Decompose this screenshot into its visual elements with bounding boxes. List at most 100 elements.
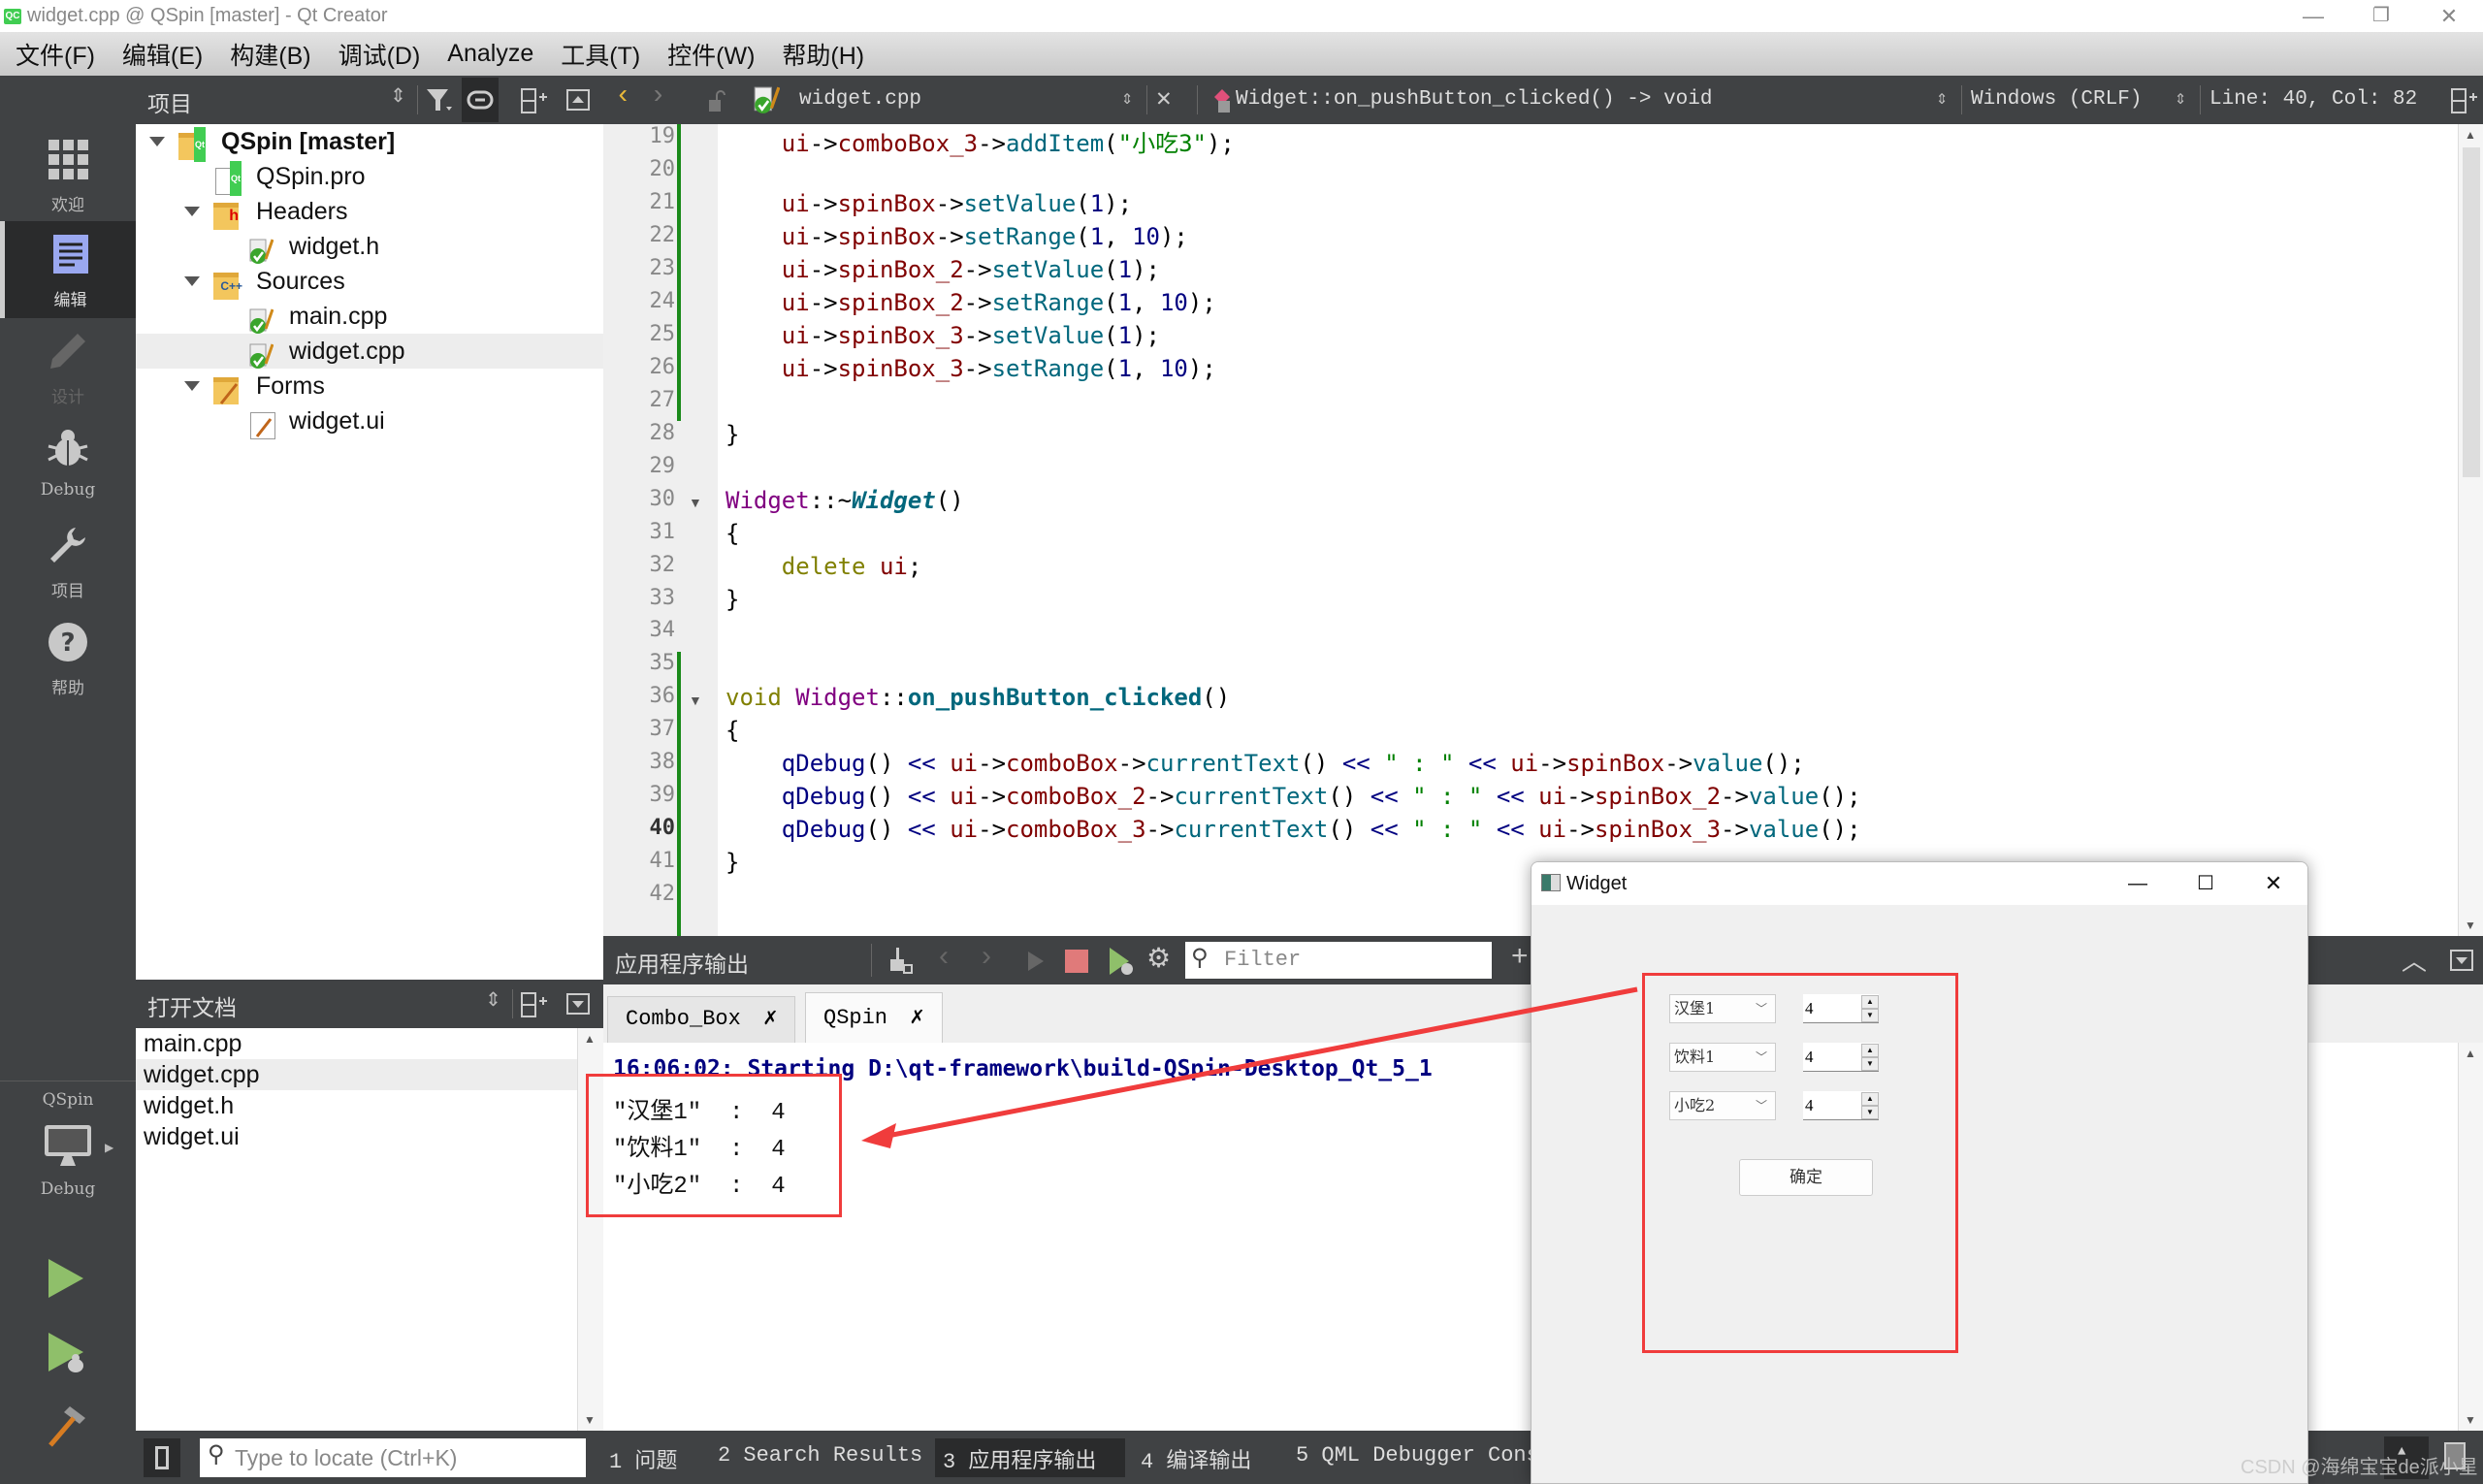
- open-doc-item-selected[interactable]: widget.cpp: [136, 1059, 577, 1090]
- open-doc-item[interactable]: main.cpp: [136, 1028, 577, 1059]
- sort-arrows-icon[interactable]: ⇕: [485, 987, 501, 1012]
- mode-projects[interactable]: 项目: [0, 512, 136, 609]
- code-line[interactable]: void Widget::on_pushButton_clicked(): [726, 684, 1230, 711]
- clear-broom-icon[interactable]: [887, 946, 914, 975]
- code-line[interactable]: {: [726, 717, 739, 744]
- add-icon[interactable]: +: [1511, 940, 1529, 973]
- status-tab-compile-output[interactable]: 4 编译输出: [1141, 1443, 1251, 1474]
- view-selector-arrows-icon[interactable]: ⇕: [390, 83, 406, 108]
- project-pane-title[interactable]: 项目: [147, 85, 192, 118]
- tab-combo-box[interactable]: Combo_Box ✗: [607, 996, 796, 1043]
- code-line[interactable]: {: [726, 520, 739, 547]
- symbol-selector[interactable]: Widget::on_pushButton_clicked() -> void: [1236, 88, 1712, 111]
- mode-edit[interactable]: 编辑: [0, 221, 136, 318]
- code-line[interactable]: ui->spinBox_2->setRange(1, 10);: [726, 289, 1216, 316]
- unlocked-icon[interactable]: [708, 89, 726, 113]
- code-line[interactable]: Widget::~Widget(): [726, 487, 964, 514]
- expand-arrow-icon[interactable]: [149, 137, 165, 146]
- mode-help[interactable]: ? 帮助: [0, 609, 136, 706]
- menu-widgets[interactable]: 控件(W): [667, 37, 755, 72]
- attach-debugger-icon[interactable]: [1108, 946, 1135, 977]
- code-line[interactable]: }: [726, 421, 739, 448]
- code-line[interactable]: qDebug() << ui->comboBox_2->currentText(…: [726, 783, 1861, 810]
- scroll-down-icon[interactable]: ▼: [2465, 1413, 2476, 1427]
- code-line[interactable]: delete ui;: [726, 553, 922, 580]
- next-icon[interactable]: ›: [982, 940, 991, 973]
- stop-button[interactable]: [1065, 950, 1088, 973]
- status-tab-qml-debugger[interactable]: 5 QML Debugger Conso: [1296, 1443, 1552, 1468]
- fold-arrow-icon[interactable]: ▼: [689, 495, 702, 510]
- status-tab-issues[interactable]: 1 问题: [609, 1443, 677, 1474]
- line-ending-arrows-icon[interactable]: ⇕: [2175, 85, 2186, 111]
- scroll-up-icon[interactable]: ▲: [2465, 128, 2476, 142]
- code-line[interactable]: ui->spinBox_3->setRange(1, 10);: [726, 355, 1216, 382]
- tree-item-file-selected[interactable]: widget.cpp: [136, 334, 603, 370]
- menu-analyze[interactable]: Analyze: [447, 40, 533, 68]
- code-editor[interactable]: 19 20 21 22 23 24 25 26 27 28 29 30 31 32 33 34 35 36 37 38…: [603, 124, 2458, 936]
- tree-item-pro-file[interactable]: Qt QSpin.pro: [136, 159, 603, 197]
- menu-build[interactable]: 构建(B): [230, 37, 310, 72]
- output-scrollbar[interactable]: ▲ ▼: [2458, 1043, 2483, 1431]
- open-doc-item[interactable]: widget.ui: [136, 1121, 577, 1152]
- dialog-minimize-button[interactable]: —: [2113, 862, 2162, 905]
- locator-input[interactable]: ⚲ Type to locate (Ctrl+K): [200, 1438, 586, 1477]
- menu-file[interactable]: 文件(F): [16, 37, 95, 72]
- nav-forward-icon[interactable]: ›: [650, 81, 666, 112]
- code-line[interactable]: qDebug() << ui->comboBox_3->currentText(…: [726, 816, 1861, 843]
- symbol-selector-arrows-icon[interactable]: ⇕: [1936, 85, 1948, 111]
- cursor-position[interactable]: Line: 40, Col: 82: [2209, 88, 2417, 111]
- open-doc-item[interactable]: widget.h: [136, 1090, 577, 1121]
- tree-item-project[interactable]: Qt QSpin [master]: [136, 124, 603, 163]
- close-pane-icon[interactable]: [566, 89, 590, 111]
- settings-gear-icon[interactable]: ⚙: [1146, 942, 1171, 974]
- file-selector-arrows-icon[interactable]: ⇕: [1121, 85, 1133, 111]
- split-add-icon[interactable]: [520, 991, 549, 1018]
- line-ending-selector[interactable]: Windows (CRLF): [1971, 88, 2142, 111]
- minimize-button[interactable]: —: [2279, 0, 2347, 32]
- code-line[interactable]: ui->spinBox_3->setValue(1);: [726, 322, 1160, 349]
- editor-scrollbar[interactable]: ▲ ▼: [2458, 124, 2483, 936]
- close-document-icon[interactable]: ✕: [1156, 83, 1172, 113]
- close-tab-icon[interactable]: ✗: [910, 1005, 923, 1031]
- status-tab-search-results[interactable]: 2 Search Results: [718, 1443, 922, 1468]
- split-add-icon[interactable]: [2450, 87, 2479, 114]
- scroll-up-icon[interactable]: ▲: [584, 1032, 596, 1046]
- expand-arrow-icon[interactable]: [184, 276, 200, 286]
- prev-icon[interactable]: ‹: [939, 940, 949, 973]
- close-tab-icon[interactable]: ✗: [763, 1006, 777, 1032]
- code-line[interactable]: ui->spinBox->setValue(1);: [726, 190, 1132, 217]
- dialog-close-button[interactable]: ✕: [2249, 862, 2298, 905]
- mode-welcome[interactable]: 欢迎: [0, 126, 136, 223]
- menu-tools[interactable]: 工具(T): [561, 37, 640, 72]
- kit-selector[interactable]: ▶ Debug: [0, 1115, 136, 1242]
- fold-arrow-icon[interactable]: ▼: [689, 693, 702, 708]
- rerun-icon[interactable]: [1026, 950, 1046, 973]
- status-tab-app-output-active[interactable]: 3 应用程序输出: [935, 1438, 1125, 1477]
- code-line[interactable]: ui->spinBox->setRange(1, 10);: [726, 223, 1188, 250]
- tab-qspin[interactable]: QSpin ✗: [805, 992, 943, 1043]
- mode-design[interactable]: 设计: [0, 318, 136, 415]
- dialog-maximize-button[interactable]: ☐: [2181, 862, 2230, 905]
- tree-item-file[interactable]: widget.ui: [136, 403, 603, 440]
- tree-item-sources[interactable]: C++ Sources: [136, 264, 603, 301]
- code-line[interactable]: ui->comboBox_3->addItem("小吃3");: [726, 124, 1235, 158]
- filter-icon[interactable]: [425, 87, 454, 114]
- code-line[interactable]: }: [726, 849, 739, 876]
- tree-item-headers[interactable]: h Headers: [136, 194, 603, 231]
- expand-arrow-icon[interactable]: [184, 381, 200, 391]
- tree-item-forms[interactable]: Forms: [136, 369, 603, 405]
- tree-item-file[interactable]: widget.h: [136, 229, 603, 265]
- code-line[interactable]: }: [726, 586, 739, 613]
- expand-arrow-icon[interactable]: [184, 207, 200, 216]
- nav-back-icon[interactable]: ‹: [615, 81, 631, 112]
- menu-help[interactable]: 帮助(H): [782, 37, 864, 72]
- run-button[interactable]: [47, 1257, 85, 1300]
- build-hammer-button[interactable]: [45, 1404, 87, 1449]
- scrollbar-thumb[interactable]: [2463, 147, 2480, 477]
- debug-run-button[interactable]: [47, 1331, 89, 1375]
- maximize-pane-icon[interactable]: ︿: [2402, 942, 2427, 978]
- filter-input[interactable]: ⚲ Filter: [1185, 942, 1492, 979]
- code-line[interactable]: qDebug() << ui->comboBox->currentText() …: [726, 750, 1805, 777]
- file-selector[interactable]: widget.cpp: [799, 88, 921, 111]
- mode-debug[interactable]: Debug: [0, 415, 136, 512]
